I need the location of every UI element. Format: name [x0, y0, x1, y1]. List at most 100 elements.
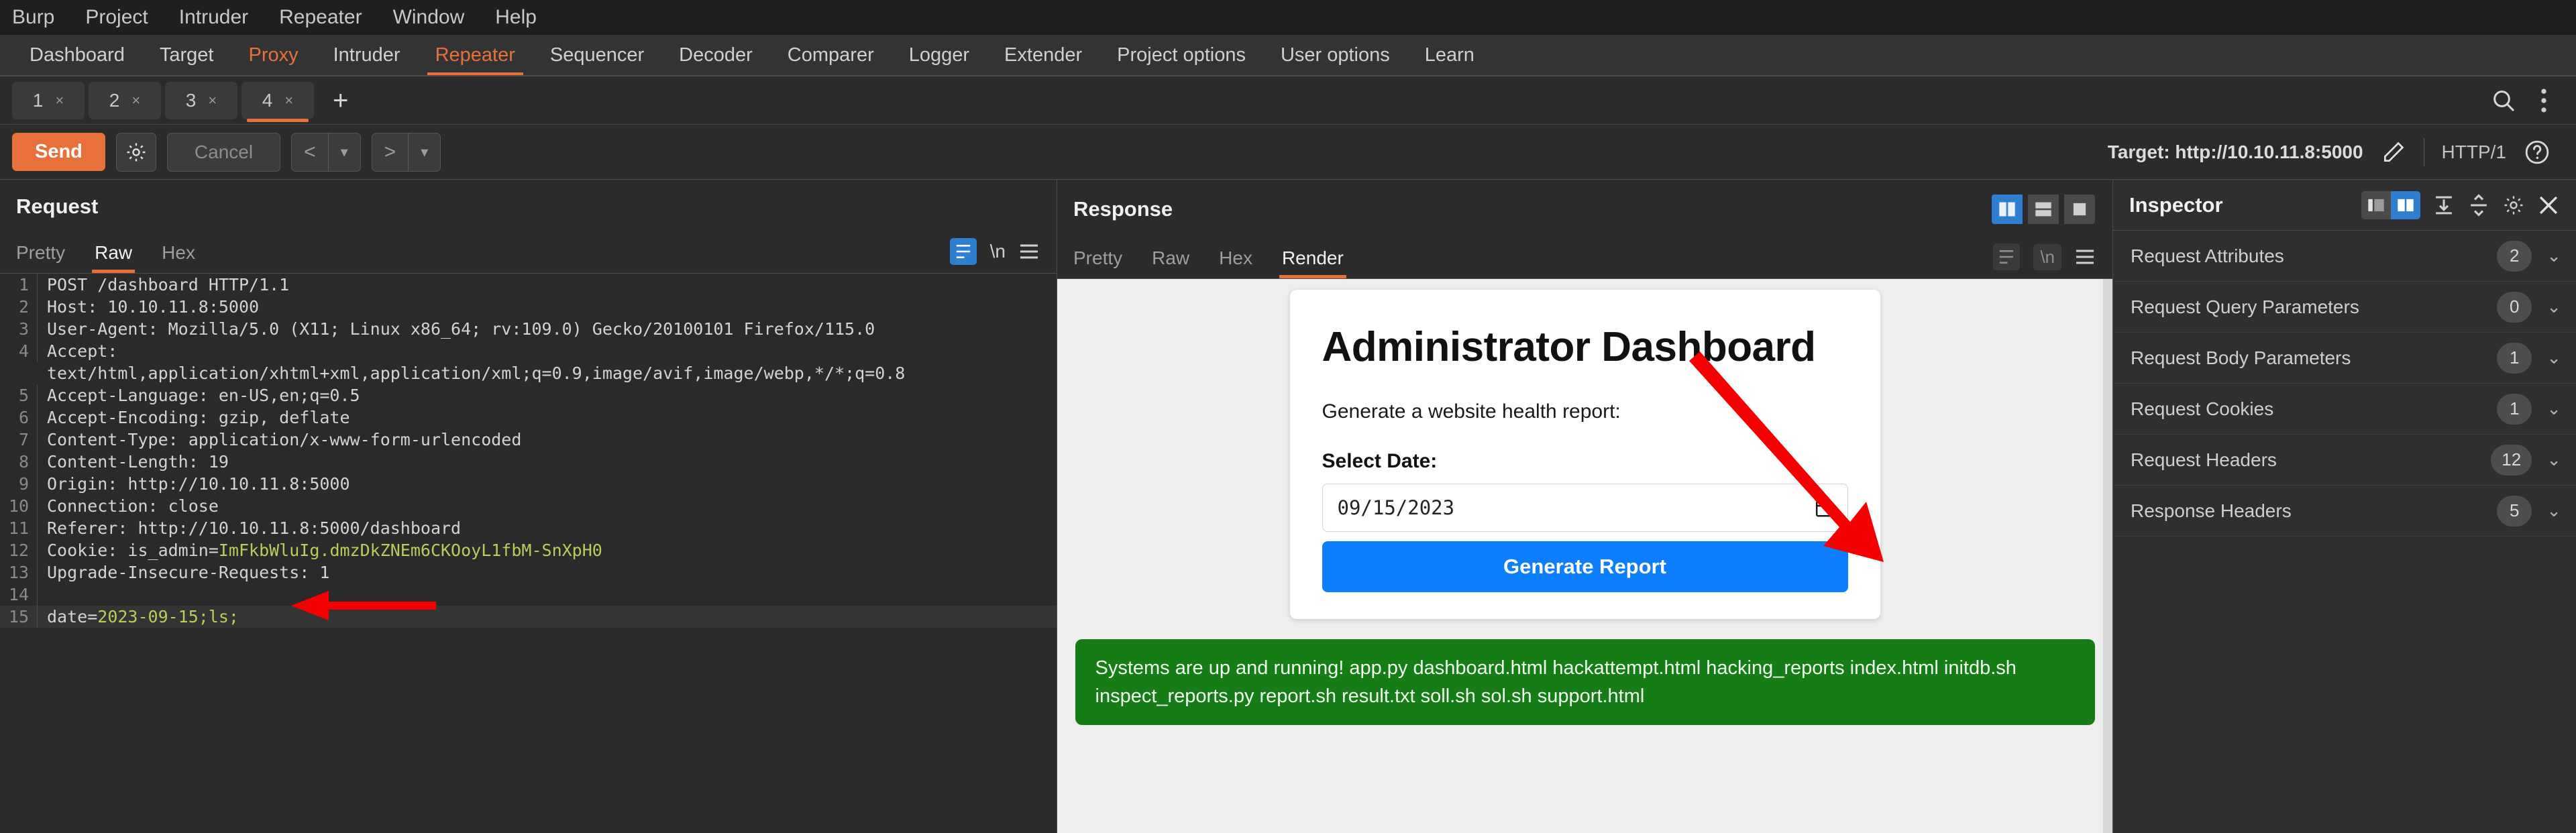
menu-item-help[interactable]: Help — [495, 6, 537, 29]
nav-tab-intruder[interactable]: Intruder — [316, 35, 418, 75]
render-scrollbar[interactable] — [2103, 279, 2112, 833]
menu-item-intruder[interactable]: Intruder — [179, 6, 248, 29]
search-icon[interactable] — [2490, 87, 2517, 114]
request-line-body: 15 date=2023-09-15;ls; — [0, 606, 1057, 628]
line-number: 6 — [0, 406, 38, 429]
hamburger-icon[interactable] — [1019, 243, 1039, 260]
panel-left-icon[interactable] — [2361, 190, 2391, 219]
request-line-blank: 14 — [0, 584, 1057, 606]
split-horizontal-icon[interactable] — [2028, 195, 2059, 224]
newline-toggle[interactable]: \n — [990, 241, 1006, 262]
line-text: Accept: — [47, 341, 118, 361]
line-text: Origin: http://10.10.11.8:5000 — [47, 474, 350, 494]
alert-banner: Systems are up and running! app.py dashb… — [1075, 639, 2095, 725]
request-line: 5 Accept-Language: en-US,en;q=0.5 — [0, 384, 1057, 406]
request-settings-button[interactable] — [115, 132, 156, 172]
http-version-label[interactable]: HTTP/1 — [2442, 142, 2506, 163]
single-pane-icon[interactable] — [2064, 195, 2095, 224]
line-text: Upgrade-Insecure-Requests: 1 — [47, 563, 330, 582]
response-render-area[interactable]: Administrator Dashboard Generate a websi… — [1057, 279, 2112, 833]
repeater-tab-4[interactable]: 4 × — [241, 81, 314, 122]
close-icon[interactable] — [2537, 194, 2560, 217]
close-icon[interactable]: × — [55, 92, 64, 109]
request-subtab-pretty[interactable]: Pretty — [16, 242, 80, 273]
admin-dashboard-card: Administrator Dashboard Generate a websi… — [1289, 290, 1880, 619]
chevron-down-icon[interactable]: ⌄ — [2546, 449, 2561, 470]
generate-report-button[interactable]: Generate Report — [1322, 541, 1848, 592]
line-text: Referer: http://10.10.11.8:5000/dashboar… — [47, 518, 462, 538]
nav-tab-dashboard[interactable]: Dashboard — [12, 35, 142, 75]
gear-icon — [125, 141, 148, 164]
inspector-section-request-query-parameters[interactable]: Request Query Parameters 0 ⌄ — [2113, 282, 2576, 333]
nav-tab-target[interactable]: Target — [142, 35, 231, 75]
menu-bar: Burp Project Intruder Repeater Window He… — [0, 0, 2576, 35]
repeater-tab-1[interactable]: 1 × — [12, 81, 85, 119]
chevron-down-icon[interactable]: ▾ — [409, 133, 440, 171]
nav-tab-sequencer[interactable]: Sequencer — [533, 35, 661, 75]
response-title: Response — [1073, 197, 1173, 221]
response-view-actions: \n — [1993, 243, 2112, 278]
question-icon[interactable] — [2524, 139, 2551, 166]
nav-tab-user-options[interactable]: User options — [1263, 35, 1407, 75]
response-subtab-raw[interactable]: Raw — [1137, 247, 1204, 278]
panel-split-icon[interactable] — [2391, 190, 2420, 219]
section-label: Response Headers — [2131, 500, 2292, 521]
request-line: 1 POST /dashboard HTTP/1.1 — [0, 274, 1057, 296]
next-request-button[interactable]: > ▾ — [371, 132, 441, 172]
split-vertical-icon[interactable] — [1992, 195, 2023, 224]
response-subtab-hex[interactable]: Hex — [1204, 247, 1267, 278]
inspector-section-request-attributes[interactable]: Request Attributes 2 ⌄ — [2113, 231, 2576, 282]
calendar-icon[interactable] — [1815, 498, 1833, 518]
chevron-down-icon[interactable]: ⌄ — [2546, 296, 2561, 317]
request-subtab-raw[interactable]: Raw — [80, 242, 147, 273]
expand-all-icon[interactable] — [2467, 193, 2490, 217]
section-label: Request Body Parameters — [2131, 347, 2351, 368]
repeater-tab-3[interactable]: 3 × — [165, 81, 237, 119]
menu-item-repeater[interactable]: Repeater — [279, 6, 362, 29]
request-editor[interactable]: 1 POST /dashboard HTTP/1.1 2 Host: 10.10… — [0, 274, 1057, 833]
chevron-down-icon[interactable]: ⌄ — [2546, 500, 2561, 521]
chevron-down-icon[interactable]: ⌄ — [2546, 245, 2561, 266]
nav-tab-repeater[interactable]: Repeater — [418, 35, 533, 75]
close-icon[interactable]: × — [284, 92, 293, 109]
gear-icon[interactable] — [2502, 194, 2525, 217]
nav-tab-decoder[interactable]: Decoder — [661, 35, 770, 75]
collapse-all-icon[interactable] — [2432, 194, 2455, 217]
cancel-button[interactable]: Cancel — [166, 132, 281, 172]
menu-item-project[interactable]: Project — [85, 6, 148, 29]
pencil-icon[interactable] — [2381, 140, 2406, 165]
chevron-down-icon[interactable]: ⌄ — [2546, 347, 2561, 368]
newline-toggle[interactable]: \n — [2033, 243, 2061, 270]
request-line: 11 Referer: http://10.10.11.8:5000/dashb… — [0, 517, 1057, 539]
close-icon[interactable]: × — [208, 92, 217, 109]
nav-tab-learn[interactable]: Learn — [1407, 35, 1492, 75]
date-input[interactable]: 09/15/2023 — [1322, 484, 1848, 532]
nav-tab-proxy[interactable]: Proxy — [231, 35, 315, 75]
add-repeater-tab-button[interactable]: + — [318, 87, 363, 114]
request-subtab-hex[interactable]: Hex — [147, 242, 210, 273]
inspector-section-request-cookies[interactable]: Request Cookies 1 ⌄ — [2113, 384, 2576, 435]
response-subtab-pretty[interactable]: Pretty — [1073, 247, 1137, 278]
repeater-tab-2[interactable]: 2 × — [89, 81, 161, 119]
menu-item-burp[interactable]: Burp — [12, 6, 54, 29]
previous-request-button[interactable]: < ▾ — [291, 132, 361, 172]
chevron-down-icon[interactable]: ⌄ — [2546, 398, 2561, 419]
send-button[interactable]: Send — [12, 133, 105, 171]
body-param-value: 2023-09-15;ls; — [97, 607, 239, 626]
word-wrap-icon[interactable] — [949, 238, 977, 265]
menu-item-window[interactable]: Window — [393, 6, 465, 29]
word-wrap-icon[interactable] — [1993, 243, 2021, 270]
close-icon[interactable]: × — [131, 92, 140, 109]
nav-tab-comparer[interactable]: Comparer — [770, 35, 892, 75]
response-subtab-render[interactable]: Render — [1267, 247, 1358, 278]
inspector-section-request-headers[interactable]: Request Headers 12 ⌄ — [2113, 435, 2576, 486]
nav-tab-extender[interactable]: Extender — [987, 35, 1099, 75]
vertical-dots-icon[interactable] — [2540, 88, 2548, 113]
inspector-section-request-body-parameters[interactable]: Request Body Parameters 1 ⌄ — [2113, 333, 2576, 384]
chevron-down-icon[interactable]: ▾ — [329, 133, 360, 171]
section-count-badge: 0 — [2497, 291, 2532, 323]
inspector-section-response-headers[interactable]: Response Headers 5 ⌄ — [2113, 486, 2576, 537]
nav-tab-project-options[interactable]: Project options — [1099, 35, 1263, 75]
nav-tab-logger[interactable]: Logger — [892, 35, 987, 75]
hamburger-icon[interactable] — [2075, 248, 2095, 266]
